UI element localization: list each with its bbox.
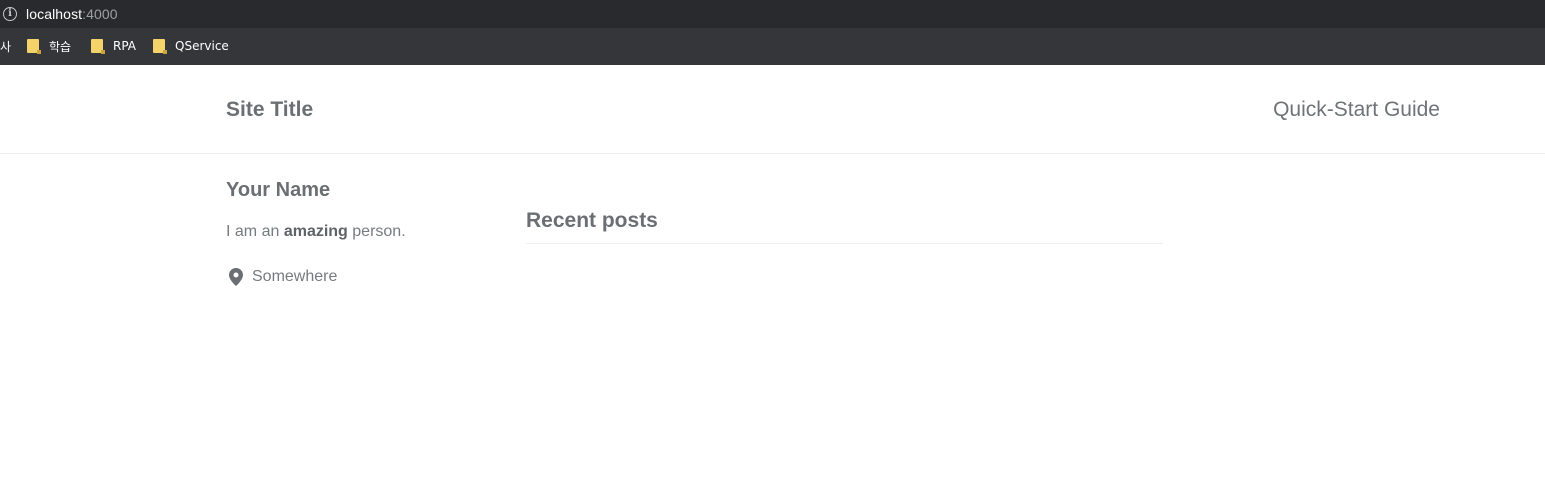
bookmark-label: RPA [113, 39, 137, 53]
folder-icon [91, 39, 105, 54]
bookmark-label: 사 [0, 39, 12, 54]
site-header: Site Title Quick-Start Guide [0, 65, 1545, 154]
bookmarks-bar: 사 학습 RPA QService [0, 28, 1545, 65]
map-pin-icon [229, 268, 243, 286]
location-text: Somewhere [252, 268, 338, 285]
bookmark-label: QService [175, 39, 229, 53]
bio-bold: amazing [283, 223, 348, 240]
info-icon[interactable]: i [3, 7, 17, 21]
folder-icon [27, 39, 41, 54]
bio-suffix: person. [352, 223, 406, 240]
bookmark-item[interactable]: 사 [0, 38, 11, 54]
author-bio: I am an amazing person. [226, 223, 406, 241]
nav-link-quick-start[interactable]: Quick-Start Guide [1273, 98, 1440, 122]
url-field[interactable]: localhost:4000 [26, 6, 118, 22]
author-name: Your Name [226, 179, 331, 201]
browser-address-bar: i localhost:4000 [0, 0, 1545, 28]
recent-posts-heading: Recent posts [526, 209, 1163, 244]
bio-prefix: I am an [226, 223, 280, 240]
author-location: Somewhere [229, 268, 337, 286]
url-host: localhost [26, 6, 83, 22]
site-title-link[interactable]: Site Title [226, 98, 313, 122]
bookmark-label: 학습 [49, 39, 72, 54]
folder-icon [153, 39, 167, 54]
bookmark-item[interactable]: 학습 [27, 38, 71, 54]
bookmark-item[interactable]: QService [153, 38, 229, 54]
bookmark-item[interactable]: RPA [91, 38, 136, 54]
url-port: :4000 [82, 6, 118, 22]
